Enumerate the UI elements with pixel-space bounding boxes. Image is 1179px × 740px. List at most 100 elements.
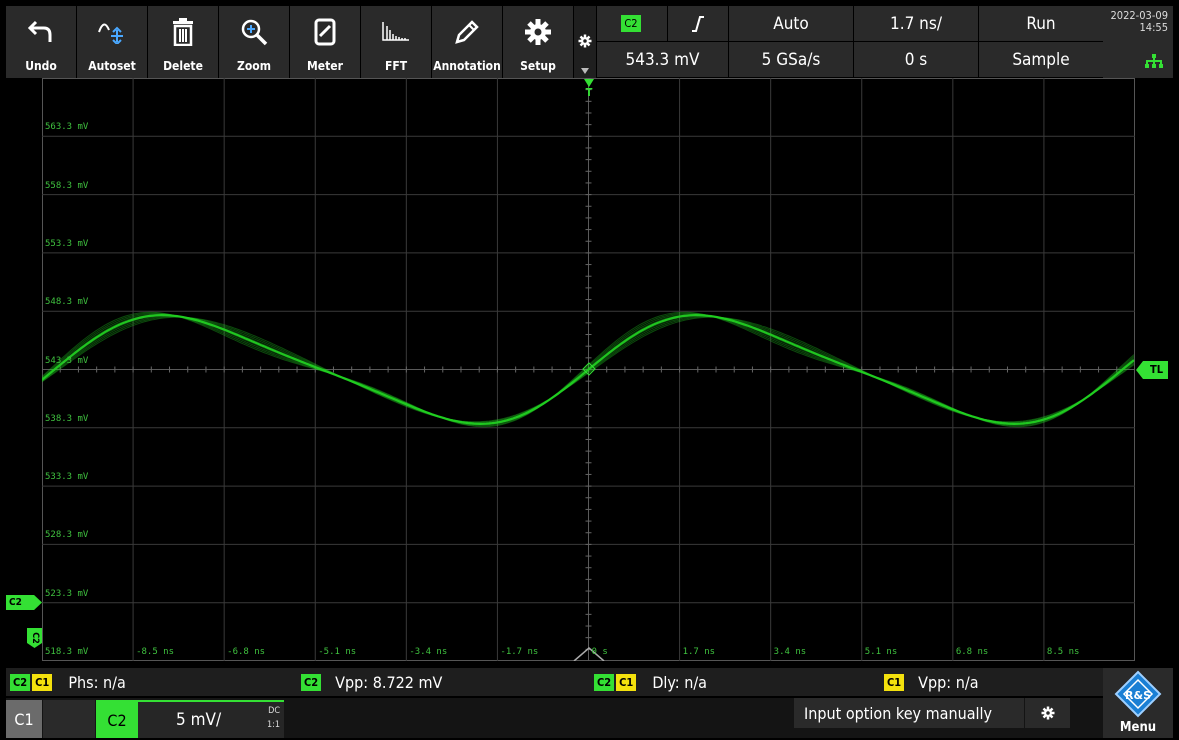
- channel-1-info[interactable]: [43, 700, 95, 738]
- fft-icon: [382, 22, 409, 41]
- zoom-button[interactable]: Zoom: [219, 6, 290, 78]
- rs-logo-icon: R&S: [1114, 670, 1162, 718]
- meas-tag-c1: C1: [616, 673, 637, 691]
- meter-label: Meter: [307, 59, 343, 73]
- trigger-mode[interactable]: Auto: [729, 6, 854, 42]
- time-text: 14:55: [1139, 21, 1168, 34]
- meas-value: n/a: [103, 672, 126, 692]
- trigger-level-tag[interactable]: TL: [1136, 361, 1168, 379]
- time-tick-label: -3.4 ns: [409, 647, 448, 657]
- zoom-icon: [241, 19, 268, 46]
- meter-button[interactable]: Meter: [290, 6, 361, 78]
- channel-2-coupling: DC: [268, 706, 280, 716]
- voltage-level-label: 538.3 mV: [45, 413, 89, 424]
- channel-2-panel[interactable]: C2 5 mV/ DC 1:1: [96, 700, 284, 738]
- meas-tag-c2: C2: [10, 673, 31, 691]
- status-settings-button[interactable]: [1025, 698, 1070, 728]
- voltage-level-label: 543.3 mV: [45, 355, 89, 366]
- meas-label: Dly:: [652, 672, 680, 692]
- voltage-level-label: 528.3 mV: [45, 530, 89, 541]
- setup-button[interactable]: Setup: [503, 6, 574, 78]
- channel-bar: C1 C2 5 mV/ DC 1:1 Input option key manu…: [6, 698, 1103, 738]
- time-tick-label: 1.7 ns: [682, 647, 716, 657]
- meas-label: Vpp:: [335, 672, 369, 692]
- meas-tag-c2: C2: [594, 673, 615, 691]
- delete-button[interactable]: Delete: [148, 6, 219, 78]
- logo-text: R&S: [1125, 689, 1151, 702]
- menu-label: Menu: [1119, 720, 1157, 735]
- meter-icon: [314, 18, 336, 46]
- measurement-vpp-c2[interactable]: C2 Vpp: 8.722 mV: [301, 668, 442, 696]
- menu-button[interactable]: R&S Menu: [1103, 668, 1173, 738]
- settings-gear-icon: [578, 34, 592, 48]
- timebase-position[interactable]: 0 s: [854, 42, 979, 78]
- run-state[interactable]: Run: [979, 6, 1104, 42]
- channel-1-label: C1: [14, 709, 34, 729]
- autoset-button[interactable]: Autoset: [77, 6, 148, 78]
- zoom-label: Zoom: [237, 59, 271, 73]
- setup-label: Setup: [520, 59, 556, 73]
- rising-edge-icon: [692, 15, 704, 32]
- trigger-level[interactable]: 543.3 mV: [597, 42, 729, 78]
- measurement-phase[interactable]: C2 C1 Phs: n/a: [10, 668, 126, 696]
- delete-label: Delete: [163, 59, 203, 73]
- network-icon: [1145, 54, 1163, 68]
- pencil-icon: [455, 20, 479, 44]
- voltage-level-label: 558.3 mV: [45, 180, 89, 191]
- channel-ground-marker[interactable]: C2: [27, 628, 42, 648]
- meas-value: n/a: [684, 672, 707, 692]
- time-tick-label: -8.5 ns: [136, 647, 175, 657]
- channel-2-label: C2: [96, 702, 138, 738]
- meas-tag-c1: C1: [32, 673, 53, 691]
- autoset-icon: [98, 23, 123, 44]
- meas-value: n/a: [955, 672, 979, 692]
- trigger-slope[interactable]: [668, 6, 729, 42]
- annotation-button[interactable]: Annotation: [432, 6, 503, 78]
- time-tick-label: -6.8 ns: [227, 647, 266, 657]
- trash-icon: [173, 18, 193, 46]
- channel-offset-marker[interactable]: C2: [6, 595, 42, 610]
- trigger-position-marker[interactable]: T: [584, 79, 594, 98]
- fft-button[interactable]: FFT: [361, 6, 432, 78]
- time-tick-label: 3.4 ns: [773, 647, 807, 657]
- time-tick-label: 0 s: [591, 647, 608, 657]
- time-tick-label: -5.1 ns: [318, 647, 357, 657]
- datetime-panel: 2022-03-09 14:55: [1103, 6, 1173, 78]
- sample-rate[interactable]: 5 GSa/s: [729, 42, 854, 78]
- acquisition-mode[interactable]: Sample: [979, 42, 1104, 78]
- time-tick-label: 8.5 ns: [1046, 647, 1080, 657]
- voltage-level-label: 518.3 mV: [45, 647, 89, 657]
- trigger-source[interactable]: C2: [597, 6, 668, 42]
- time-tick-label: 6.8 ns: [955, 647, 989, 657]
- trigger-marker-text: T: [585, 86, 593, 99]
- channel-ground-label: C2: [29, 632, 40, 644]
- meas-label: Phs:: [68, 672, 99, 692]
- time-tick-label: -1.7 ns: [500, 647, 539, 657]
- undo-icon: [28, 20, 52, 42]
- meas-label: Vpp:: [918, 672, 952, 692]
- quick-settings-button[interactable]: [574, 6, 597, 78]
- measurement-bar: C2 C1 Phs: n/a C2 Vpp: 8.722 mV C2 C1 Dly:…: [6, 668, 1103, 696]
- voltage-level-label: 553.3 mV: [45, 238, 89, 249]
- meas-value: 8.722 mV: [372, 672, 443, 692]
- channel-2-scale: 5 mV/: [176, 710, 222, 730]
- gear-icon: [525, 19, 551, 45]
- voltage-level-label: 548.3 mV: [45, 297, 89, 308]
- time-tick-label: 5.1 ns: [864, 647, 898, 657]
- voltage-level-label: 523.3 mV: [45, 588, 89, 599]
- timebase-scale[interactable]: 1.7 ns/: [854, 6, 979, 42]
- voltage-level-label: 563.3 mV: [45, 122, 89, 133]
- measurement-vpp-c1[interactable]: C1 Vpp: n/a: [884, 668, 979, 696]
- chevron-down-icon: [581, 68, 589, 74]
- autoset-label: Autoset: [88, 59, 136, 73]
- waveform-display[interactable]: 563.3 mV 558.3 mV 553.3 mV 548.3 mV 543.3 mV…: [42, 78, 1135, 661]
- voltage-level-label: 533.3 mV: [45, 472, 89, 483]
- gear-icon: [1041, 706, 1054, 720]
- undo-label: Undo: [25, 59, 57, 73]
- meas-tag-c2: C2: [301, 673, 322, 691]
- toolbar: Undo Autoset Delete Zoom Meter FFT Annot…: [6, 6, 1104, 78]
- annotation-label: Annotation: [433, 59, 501, 73]
- undo-button[interactable]: Undo: [6, 6, 77, 78]
- channel-1-button[interactable]: C1: [6, 700, 42, 738]
- measurement-delay[interactable]: C2 C1 Dly: n/a: [594, 668, 707, 696]
